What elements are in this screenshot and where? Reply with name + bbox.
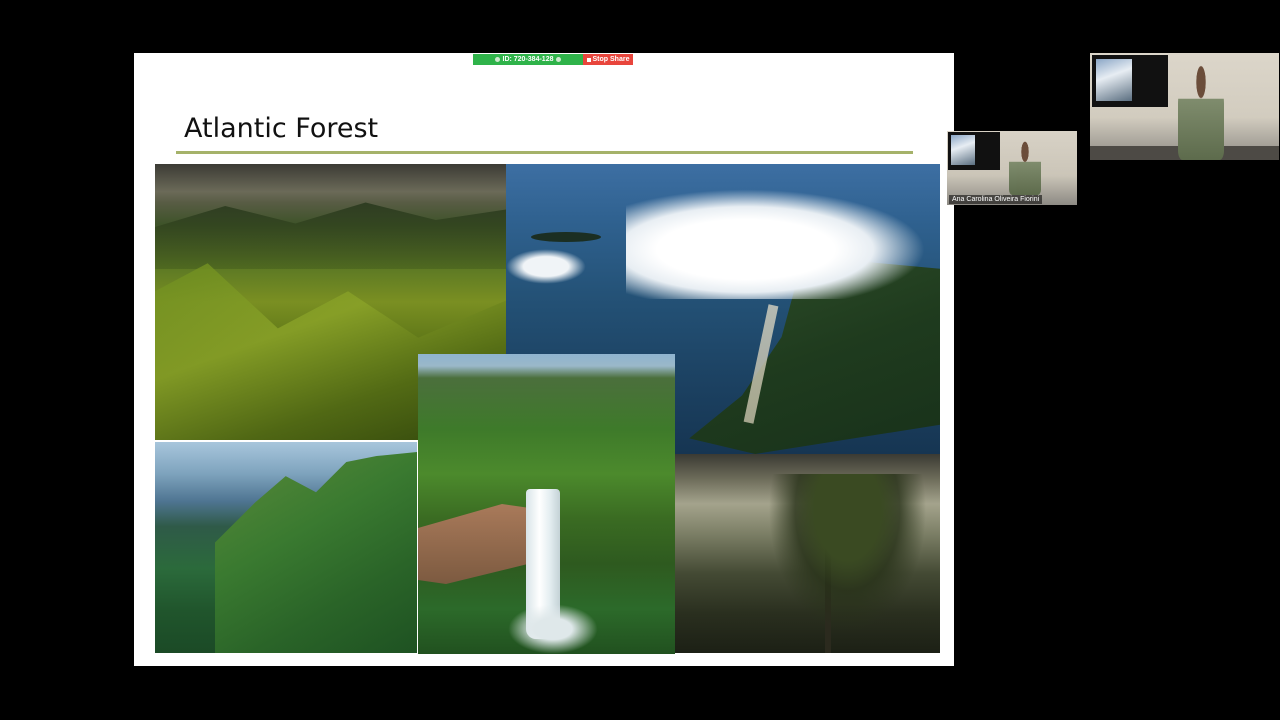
- misty-tree-photo: [675, 454, 940, 653]
- screen-share-bar: ID: 720-384-128 Stop Share: [473, 54, 633, 65]
- stop-share-button[interactable]: Stop Share: [583, 54, 633, 65]
- background-monitor: [948, 132, 1000, 170]
- title-divider: [176, 151, 913, 154]
- stop-icon: [586, 57, 591, 62]
- green-peaks-photo: [155, 442, 417, 653]
- speaker-avatar: [1178, 65, 1224, 160]
- background-monitor: [1092, 55, 1168, 107]
- share-status-icon: [494, 57, 500, 62]
- waterfall-canyon-photo: [418, 354, 675, 654]
- participant-name-label: Ana Carolina Oliveira Fiorini: [949, 195, 1043, 204]
- active-speaker-video[interactable]: [1090, 53, 1279, 160]
- shared-slide: Atlantic Forest: [134, 53, 954, 666]
- slide-title: Atlantic Forest: [184, 113, 379, 144]
- meeting-id-label: ID: 720-384-128: [502, 56, 554, 63]
- stop-share-label: Stop Share: [592, 56, 630, 63]
- self-view-video[interactable]: Ana Carolina Oliveira Fiorini: [947, 131, 1077, 205]
- participant-avatar: [1009, 141, 1041, 195]
- signal-icon: [556, 57, 562, 62]
- meeting-id-indicator[interactable]: ID: 720-384-128: [473, 54, 583, 65]
